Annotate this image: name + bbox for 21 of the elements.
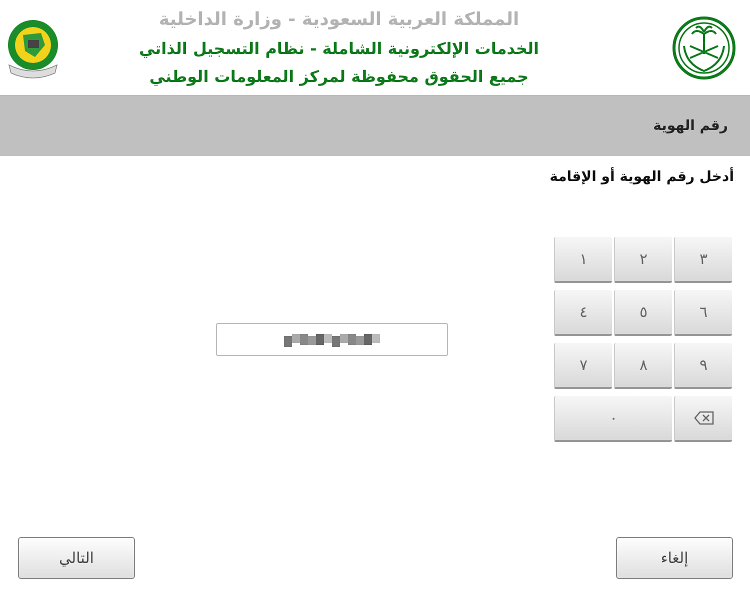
digit-key[interactable]: ١ [554,237,612,283]
cancel-button[interactable]: إلغاء [616,537,733,579]
digit-key[interactable]: ٩ [674,343,732,389]
palm-swords-logo [672,16,736,80]
header-title: جميع الحقوق محفوظة لمركز المعلومات الوطني [149,67,529,86]
id-input-field[interactable] [216,323,448,356]
digit-key[interactable]: ٣ [674,237,732,283]
digit-key[interactable]: ٢ [614,237,672,283]
backspace-icon [694,411,714,425]
backspace-key[interactable] [674,396,732,442]
digit-key[interactable]: ٤ [554,290,612,336]
digit-key[interactable]: ٧ [554,343,612,389]
next-button[interactable]: التالي [18,537,135,579]
section-title: رقم الهوية [653,118,728,134]
header-title: المملكة العربية السعودية - وزارة الداخلية [158,9,520,30]
id-prompt: أدخل رقم الهوية أو الإقامة [550,169,734,185]
digit-key[interactable]: ٨ [614,343,672,389]
digit-key[interactable]: ٥ [614,290,672,336]
digit-key[interactable]: ٦ [674,290,732,336]
digit-key[interactable]: ٠ [554,396,672,442]
header-title: الخدمات الإلكترونية الشاملة - نظام التسجيل الذاتي [138,39,539,58]
